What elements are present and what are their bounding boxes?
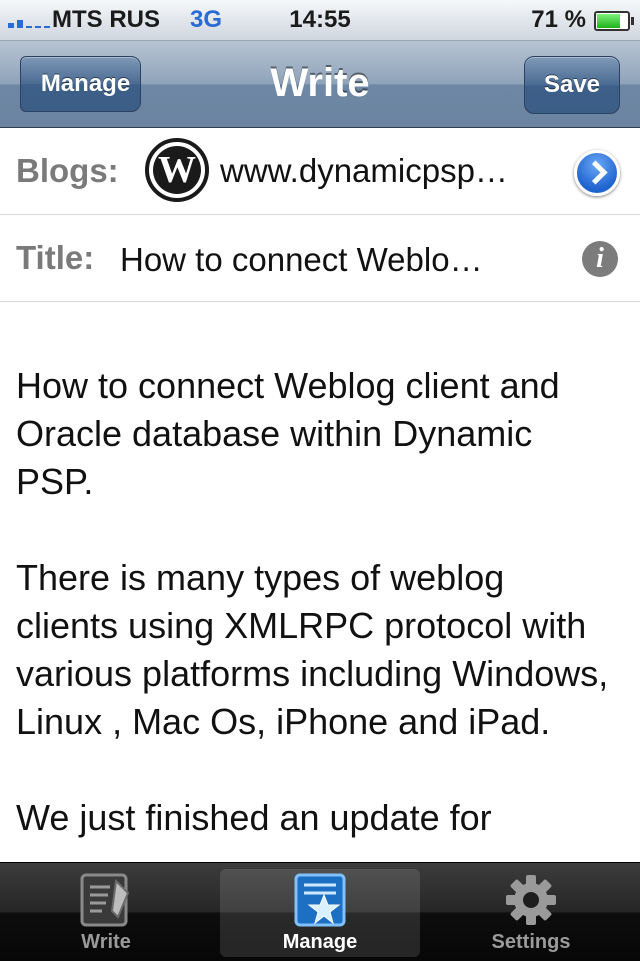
tab-bar: Write Manage Settings xyxy=(0,862,640,961)
wordpress-logo-icon: W xyxy=(145,138,209,202)
blog-url: www.dynamicpsp… xyxy=(220,152,508,189)
post-body-editor[interactable]: How to connect Weblog client and Oracle … xyxy=(16,362,616,860)
blogs-label: Blogs: xyxy=(16,152,119,189)
tab-settings[interactable]: Settings xyxy=(431,869,631,957)
tab-write[interactable]: Write xyxy=(6,869,206,957)
tab-write-label: Write xyxy=(81,931,131,953)
battery-fill xyxy=(597,14,620,28)
manage-star-icon xyxy=(294,873,346,927)
write-icon xyxy=(80,873,130,927)
gear-icon xyxy=(506,875,556,925)
navigation-bar: Manage Write Save xyxy=(0,41,640,128)
title-field[interactable]: How to connect Weblo… xyxy=(120,241,540,279)
status-bar: MTS RUS 3G 14:55 71 % xyxy=(0,0,640,41)
save-button[interactable]: Save xyxy=(524,56,620,114)
post-paragraph: There is many types of weblog clients us… xyxy=(16,557,609,742)
battery-percent: 71 % xyxy=(531,6,586,33)
post-paragraph: How to connect Weblog client and Oracle … xyxy=(16,365,560,502)
chevron-right-icon[interactable] xyxy=(574,150,620,196)
tab-manage-label: Manage xyxy=(282,931,358,953)
info-icon[interactable]: i xyxy=(582,241,618,277)
post-paragraph: We just finished an update for xyxy=(16,797,492,838)
title-label: Title: xyxy=(16,239,95,276)
battery-icon xyxy=(594,11,634,31)
title-row[interactable]: Title: How to connect Weblo… i xyxy=(0,215,640,302)
tab-settings-label: Settings xyxy=(491,931,571,953)
tab-manage[interactable]: Manage xyxy=(220,869,420,957)
blogs-row[interactable]: Blogs: W www.dynamicpsp… xyxy=(0,128,640,215)
